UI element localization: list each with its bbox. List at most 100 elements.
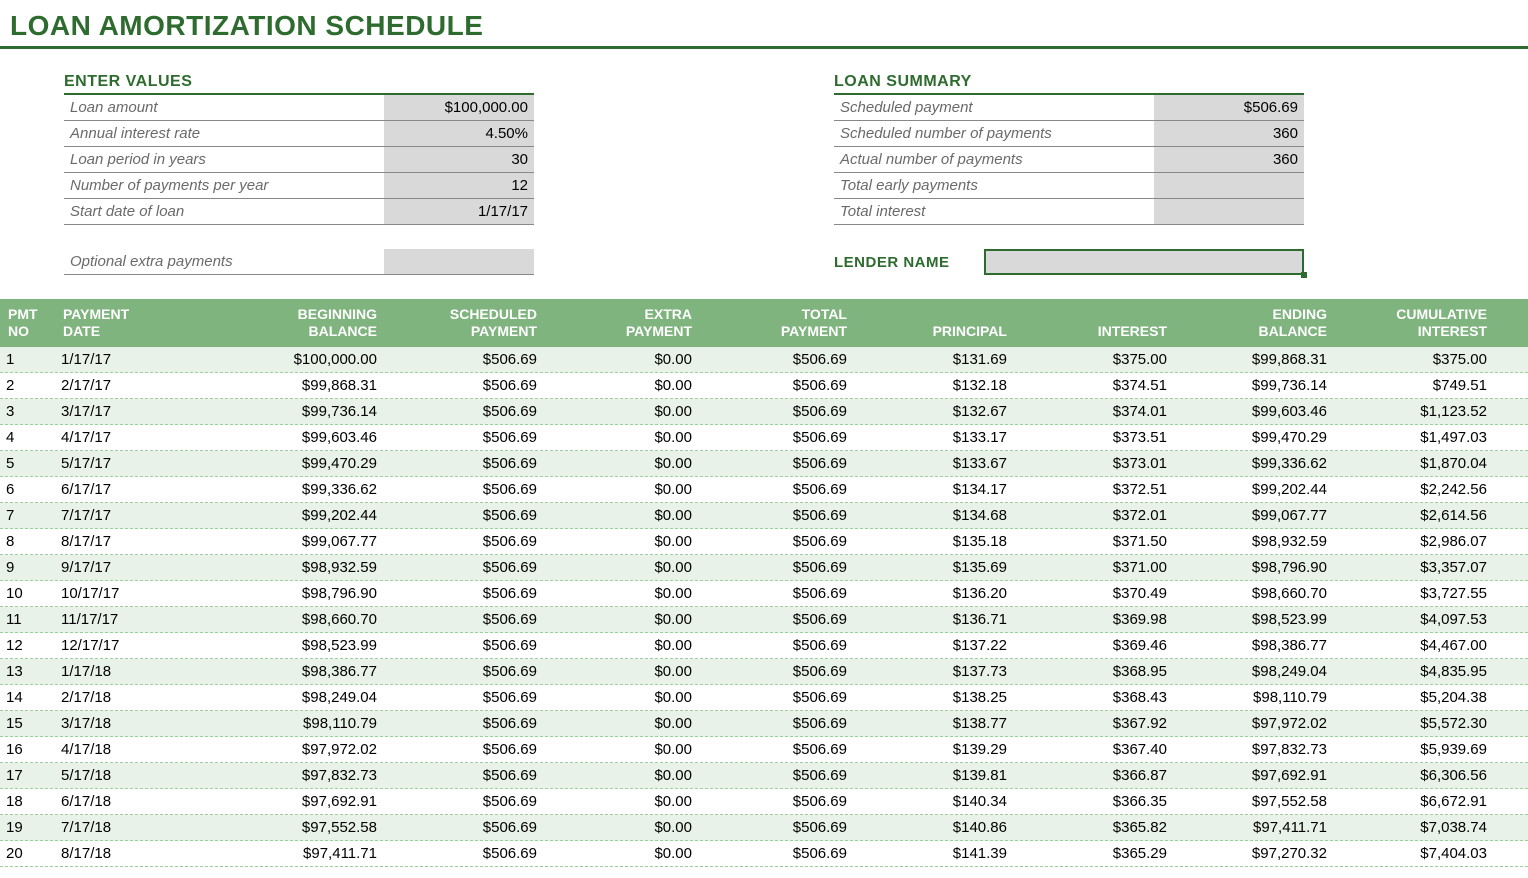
cell-cumulative-interest[interactable]: $2,614.56: [1335, 503, 1495, 528]
table-row[interactable]: 44/17/17$99,603.46$506.69$0.00$506.69$13…: [0, 425, 1528, 451]
cell-extra-payment[interactable]: $0.00: [545, 477, 700, 502]
cell-total-payment[interactable]: $506.69: [700, 607, 855, 632]
value-payments-per-year[interactable]: 12: [384, 173, 534, 198]
cell-pmt-no[interactable]: 4: [0, 425, 55, 450]
table-row[interactable]: 197/17/18$97,552.58$506.69$0.00$506.69$1…: [0, 815, 1528, 841]
cell-principal[interactable]: $140.34: [855, 789, 1015, 814]
cell-scheduled-payment[interactable]: $506.69: [385, 607, 545, 632]
cell-total-payment[interactable]: $506.69: [700, 685, 855, 710]
cell-interest[interactable]: $368.95: [1015, 659, 1175, 684]
cell-beginning-balance[interactable]: $99,067.77: [225, 529, 385, 554]
cell-cumulative-interest[interactable]: $3,727.55: [1335, 581, 1495, 606]
cell-pmt-no[interactable]: 6: [0, 477, 55, 502]
cell-fill-handle[interactable]: [1301, 272, 1307, 278]
cell-scheduled-payment[interactable]: $506.69: [385, 555, 545, 580]
cell-interest[interactable]: $371.00: [1015, 555, 1175, 580]
cell-scheduled-payment[interactable]: $506.69: [385, 477, 545, 502]
cell-principal[interactable]: $131.69: [855, 347, 1015, 372]
cell-scheduled-payment[interactable]: $506.69: [385, 841, 545, 866]
cell-beginning-balance[interactable]: $98,249.04: [225, 685, 385, 710]
cell-principal[interactable]: $132.67: [855, 399, 1015, 424]
table-row[interactable]: 55/17/17$99,470.29$506.69$0.00$506.69$13…: [0, 451, 1528, 477]
cell-payment-date[interactable]: 6/17/17: [55, 477, 225, 502]
cell-interest[interactable]: $368.43: [1015, 685, 1175, 710]
cell-scheduled-payment[interactable]: $506.69: [385, 503, 545, 528]
cell-interest[interactable]: $370.49: [1015, 581, 1175, 606]
table-row[interactable]: 175/17/18$97,832.73$506.69$0.00$506.69$1…: [0, 763, 1528, 789]
cell-cumulative-interest[interactable]: $7,038.74: [1335, 815, 1495, 840]
cell-payment-date[interactable]: 3/17/18: [55, 711, 225, 736]
cell-interest[interactable]: $369.98: [1015, 607, 1175, 632]
cell-cumulative-interest[interactable]: $749.51: [1335, 373, 1495, 398]
cell-extra-payment[interactable]: $0.00: [545, 659, 700, 684]
cell-scheduled-payment[interactable]: $506.69: [385, 737, 545, 762]
cell-ending-balance[interactable]: $98,796.90: [1175, 555, 1335, 580]
cell-extra-payment[interactable]: $0.00: [545, 763, 700, 788]
cell-interest[interactable]: $373.51: [1015, 425, 1175, 450]
cell-beginning-balance[interactable]: $99,470.29: [225, 451, 385, 476]
cell-cumulative-interest[interactable]: $6,306.56: [1335, 763, 1495, 788]
cell-total-payment[interactable]: $506.69: [700, 477, 855, 502]
table-row[interactable]: 208/17/18$97,411.71$506.69$0.00$506.69$1…: [0, 841, 1528, 867]
cell-payment-date[interactable]: 2/17/18: [55, 685, 225, 710]
cell-pmt-no[interactable]: 11: [0, 607, 55, 632]
lender-row[interactable]: LENDER NAME: [834, 249, 1304, 275]
table-row[interactable]: 142/17/18$98,249.04$506.69$0.00$506.69$1…: [0, 685, 1528, 711]
cell-principal[interactable]: $138.25: [855, 685, 1015, 710]
cell-extra-payment[interactable]: $0.00: [545, 685, 700, 710]
cell-scheduled-payment[interactable]: $506.69: [385, 451, 545, 476]
cell-scheduled-payment[interactable]: $506.69: [385, 425, 545, 450]
cell-total-payment[interactable]: $506.69: [700, 425, 855, 450]
cell-interest[interactable]: $367.92: [1015, 711, 1175, 736]
cell-beginning-balance[interactable]: $98,932.59: [225, 555, 385, 580]
cell-extra-payment[interactable]: $0.00: [545, 425, 700, 450]
cell-scheduled-payment[interactable]: $506.69: [385, 633, 545, 658]
cell-extra-payment[interactable]: $0.00: [545, 399, 700, 424]
table-row[interactable]: 11/17/17$100,000.00$506.69$0.00$506.69$1…: [0, 347, 1528, 373]
cell-principal[interactable]: $137.73: [855, 659, 1015, 684]
cell-beginning-balance[interactable]: $99,868.31: [225, 373, 385, 398]
row-scheduled-payment[interactable]: Scheduled payment $506.69: [834, 95, 1304, 121]
cell-cumulative-interest[interactable]: $2,986.07: [1335, 529, 1495, 554]
cell-cumulative-interest[interactable]: $5,572.30: [1335, 711, 1495, 736]
cell-beginning-balance[interactable]: $97,972.02: [225, 737, 385, 762]
cell-extra-payment[interactable]: $0.00: [545, 451, 700, 476]
row-start-date[interactable]: Start date of loan 1/17/17: [64, 199, 534, 225]
row-total-interest[interactable]: Total interest: [834, 199, 1304, 225]
cell-pmt-no[interactable]: 8: [0, 529, 55, 554]
cell-cumulative-interest[interactable]: $2,242.56: [1335, 477, 1495, 502]
cell-scheduled-payment[interactable]: $506.69: [385, 373, 545, 398]
cell-scheduled-payment[interactable]: $506.69: [385, 399, 545, 424]
cell-principal[interactable]: $133.67: [855, 451, 1015, 476]
cell-pmt-no[interactable]: 3: [0, 399, 55, 424]
cell-principal[interactable]: $135.69: [855, 555, 1015, 580]
cell-payment-date[interactable]: 6/17/18: [55, 789, 225, 814]
table-row[interactable]: 186/17/18$97,692.91$506.69$0.00$506.69$1…: [0, 789, 1528, 815]
cell-extra-payment[interactable]: $0.00: [545, 815, 700, 840]
cell-beginning-balance[interactable]: $97,552.58: [225, 815, 385, 840]
cell-pmt-no[interactable]: 7: [0, 503, 55, 528]
cell-ending-balance[interactable]: $99,868.31: [1175, 347, 1335, 372]
cell-extra-payment[interactable]: $0.00: [545, 633, 700, 658]
cell-cumulative-interest[interactable]: $7,404.03: [1335, 841, 1495, 866]
cell-total-payment[interactable]: $506.69: [700, 737, 855, 762]
cell-scheduled-payment[interactable]: $506.69: [385, 815, 545, 840]
table-row[interactable]: 1010/17/17$98,796.90$506.69$0.00$506.69$…: [0, 581, 1528, 607]
table-row[interactable]: 33/17/17$99,736.14$506.69$0.00$506.69$13…: [0, 399, 1528, 425]
table-row[interactable]: 77/17/17$99,202.44$506.69$0.00$506.69$13…: [0, 503, 1528, 529]
cell-principal[interactable]: $136.20: [855, 581, 1015, 606]
cell-cumulative-interest[interactable]: $1,497.03: [1335, 425, 1495, 450]
cell-pmt-no[interactable]: 13: [0, 659, 55, 684]
cell-extra-payment[interactable]: $0.00: [545, 737, 700, 762]
table-row[interactable]: 22/17/17$99,868.31$506.69$0.00$506.69$13…: [0, 373, 1528, 399]
cell-ending-balance[interactable]: $97,832.73: [1175, 737, 1335, 762]
cell-principal[interactable]: $135.18: [855, 529, 1015, 554]
table-row[interactable]: 99/17/17$98,932.59$506.69$0.00$506.69$13…: [0, 555, 1528, 581]
cell-extra-payment[interactable]: $0.00: [545, 789, 700, 814]
cell-cumulative-interest[interactable]: $375.00: [1335, 347, 1495, 372]
cell-ending-balance[interactable]: $97,270.32: [1175, 841, 1335, 866]
cell-scheduled-payment[interactable]: $506.69: [385, 711, 545, 736]
cell-ending-balance[interactable]: $99,470.29: [1175, 425, 1335, 450]
cell-payment-date[interactable]: 11/17/17: [55, 607, 225, 632]
cell-ending-balance[interactable]: $97,552.58: [1175, 789, 1335, 814]
